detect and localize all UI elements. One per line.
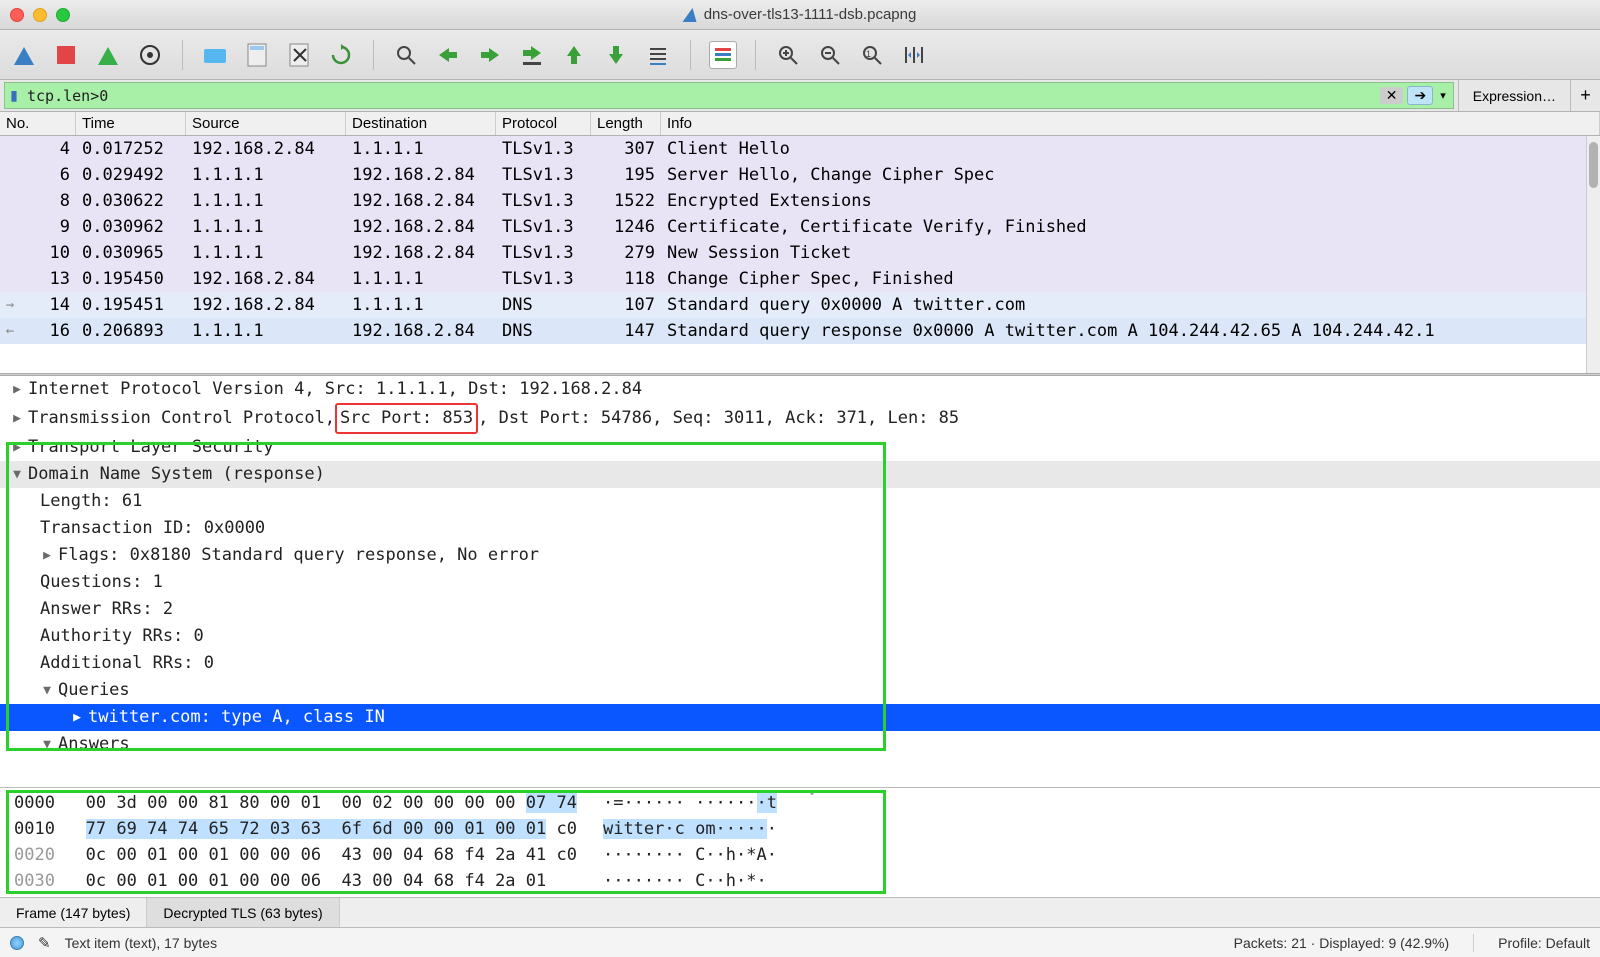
src-port-highlight: Src Port: 853	[335, 403, 478, 434]
expert-info-icon[interactable]	[10, 936, 24, 950]
detail-dns-txid[interactable]: Transaction ID: 0x0000	[0, 515, 1600, 542]
start-capture-icon[interactable]	[10, 41, 38, 69]
tab-frame[interactable]: Frame (147 bytes)	[0, 898, 147, 927]
window-controls	[10, 8, 70, 22]
minimize-window-icon[interactable]	[33, 8, 47, 22]
scrollbar[interactable]	[1586, 136, 1600, 373]
detail-tcp[interactable]: Transmission Control Protocol, Src Port:…	[0, 403, 1600, 434]
wireshark-fin-icon	[682, 8, 699, 22]
detail-ip[interactable]: Internet Protocol Version 4, Src: 1.1.1.…	[0, 376, 1600, 403]
table-row[interactable]: 100.0309651.1.1.1192.168.2.84TLSv1.3279N…	[0, 240, 1600, 266]
main-toolbar: 1	[0, 30, 1600, 80]
expression-button[interactable]: Expression…	[1458, 80, 1570, 111]
apply-filter-icon[interactable]: ➔	[1407, 86, 1433, 105]
detail-dns-length[interactable]: Length: 61	[0, 488, 1600, 515]
detail-dns-answer-rrs[interactable]: Answer RRs: 2	[0, 596, 1600, 623]
go-forward-icon[interactable]	[476, 41, 504, 69]
status-profile[interactable]: Profile: Default	[1498, 935, 1590, 951]
go-last-icon[interactable]	[602, 41, 630, 69]
table-row[interactable]: 130.195450192.168.2.841.1.1.1TLSv1.3118C…	[0, 266, 1600, 292]
col-protocol[interactable]: Protocol	[496, 112, 591, 135]
filter-history-dropdown-icon[interactable]: ▾	[1437, 89, 1449, 102]
packet-bytes[interactable]: 0000 00 3d 00 00 81 80 00 01 00 02 00 00…	[0, 787, 1600, 897]
zoom-reset-icon[interactable]: 1	[858, 41, 886, 69]
detail-queries[interactable]: Queries	[0, 677, 1600, 704]
detail-dns-flags[interactable]: Flags: 0x8180 Standard query response, N…	[0, 542, 1600, 569]
bytes-tabs: Frame (147 bytes) Decrypted TLS (63 byte…	[0, 897, 1600, 927]
col-source[interactable]: Source	[186, 112, 346, 135]
detail-dns[interactable]: Domain Name System (response)	[0, 461, 1600, 488]
table-row[interactable]: 40.017252192.168.2.841.1.1.1TLSv1.3307Cl…	[0, 136, 1600, 162]
status-packets: Packets: 21 · Displayed: 9 (42.9%)	[1234, 935, 1450, 951]
clear-filter-icon[interactable]: ✕	[1380, 87, 1404, 104]
detail-dns-authority-rrs[interactable]: Authority RRs: 0	[0, 623, 1600, 650]
splitter-bottom[interactable]	[800, 781, 824, 787]
go-first-icon[interactable]	[560, 41, 588, 69]
capture-options-icon[interactable]	[136, 41, 164, 69]
find-icon[interactable]	[392, 41, 420, 69]
svg-text:1: 1	[866, 49, 871, 59]
close-file-icon[interactable]	[285, 41, 313, 69]
restart-capture-icon[interactable]	[94, 41, 122, 69]
table-row[interactable]: →140.195451192.168.2.841.1.1.1DNS107Stan…	[0, 292, 1600, 318]
close-window-icon[interactable]	[10, 8, 24, 22]
filter-bar: ▮ ✕ ➔ ▾ Expression… +	[0, 80, 1600, 112]
zoom-in-icon[interactable]	[774, 41, 802, 69]
zoom-window-icon[interactable]	[56, 8, 70, 22]
reload-icon[interactable]	[327, 41, 355, 69]
col-time[interactable]: Time	[76, 112, 186, 135]
add-filter-button[interactable]: +	[1570, 80, 1600, 111]
window-title: dns-over-tls13-1111-dsb.pcapng	[704, 6, 917, 23]
display-filter-wrap[interactable]: ▮ ✕ ➔ ▾	[4, 82, 1454, 109]
table-row[interactable]: 80.0306221.1.1.1192.168.2.84TLSv1.31522E…	[0, 188, 1600, 214]
zoom-out-icon[interactable]	[816, 41, 844, 69]
titlebar: dns-over-tls13-1111-dsb.pcapng	[0, 0, 1600, 30]
packet-list[interactable]: 40.017252192.168.2.841.1.1.1TLSv1.3307Cl…	[0, 136, 1600, 373]
tab-decrypted-tls[interactable]: Decrypted TLS (63 bytes)	[147, 898, 339, 927]
detail-tls[interactable]: Transport Layer Security	[0, 434, 1600, 461]
open-file-icon[interactable]	[201, 41, 229, 69]
go-back-icon[interactable]	[434, 41, 462, 69]
bookmark-icon[interactable]: ▮	[5, 87, 23, 104]
table-row[interactable]: 60.0294921.1.1.1192.168.2.84TLSv1.3195Se…	[0, 162, 1600, 188]
table-row[interactable]: 90.0309621.1.1.1192.168.2.84TLSv1.31246C…	[0, 214, 1600, 240]
save-file-icon[interactable]	[243, 41, 271, 69]
table-row[interactable]: ←160.2068931.1.1.1192.168.2.84DNS147Stan…	[0, 318, 1600, 344]
status-bar: ✎ Text item (text), 17 bytes Packets: 21…	[0, 927, 1600, 957]
detail-dns-questions[interactable]: Questions: 1	[0, 569, 1600, 596]
col-info[interactable]: Info	[661, 112, 1600, 135]
packet-list-header: No. Time Source Destination Protocol Len…	[0, 112, 1600, 136]
col-destination[interactable]: Destination	[346, 112, 496, 135]
col-no[interactable]: No.	[0, 112, 76, 135]
resize-columns-icon[interactable]	[900, 41, 928, 69]
edit-capture-comment-icon[interactable]: ✎	[38, 934, 51, 952]
detail-query-twitter[interactable]: twitter.com: type A, class IN	[0, 704, 1600, 731]
stop-capture-icon[interactable]	[52, 41, 80, 69]
packet-details[interactable]: Internet Protocol Version 4, Src: 1.1.1.…	[0, 376, 1600, 787]
col-length[interactable]: Length	[591, 112, 661, 135]
colorize-icon[interactable]	[709, 41, 737, 69]
display-filter-input[interactable]	[23, 85, 1376, 107]
status-text-item: Text item (text), 17 bytes	[65, 935, 218, 951]
detail-dns-additional-rrs[interactable]: Additional RRs: 0	[0, 650, 1600, 677]
auto-scroll-icon[interactable]	[644, 41, 672, 69]
go-to-packet-icon[interactable]	[518, 41, 546, 69]
detail-answers[interactable]: Answers	[0, 731, 1600, 758]
